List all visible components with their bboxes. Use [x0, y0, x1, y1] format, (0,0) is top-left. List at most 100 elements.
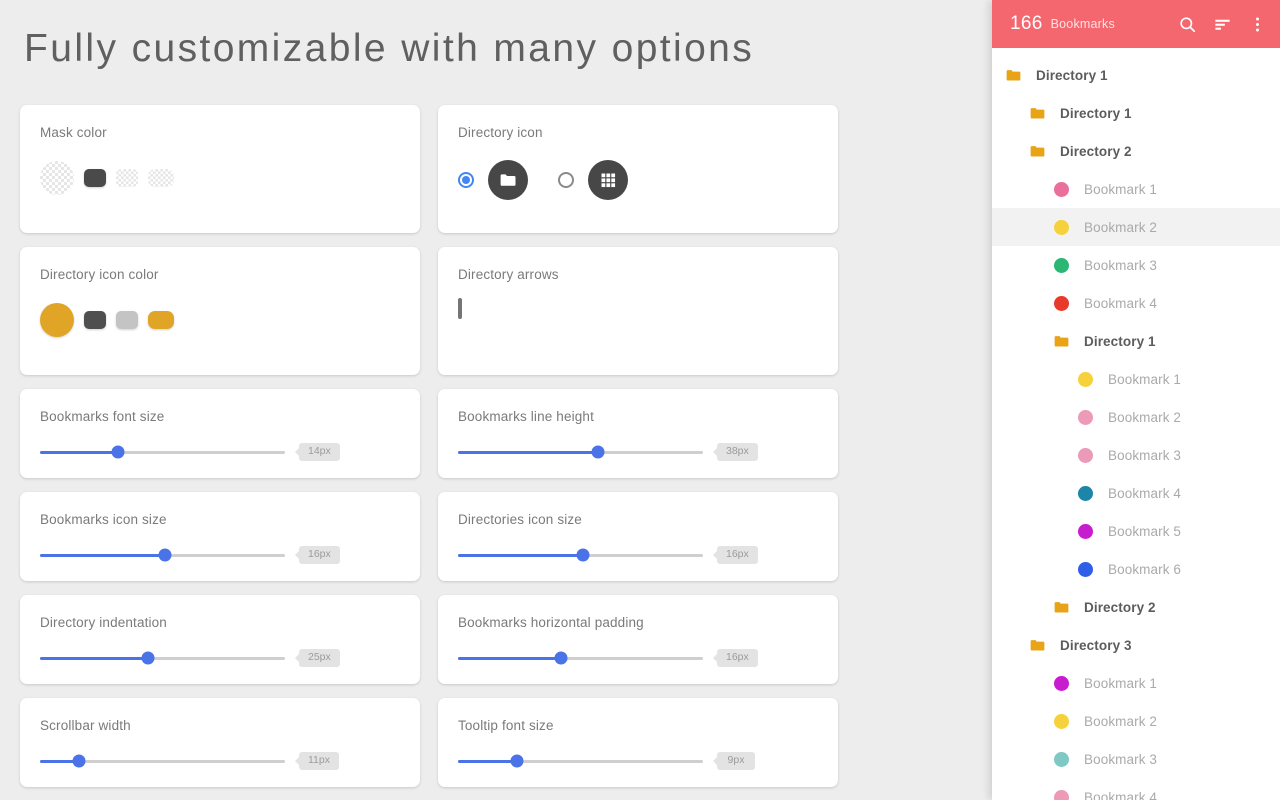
directory-arrows-checkbox[interactable]: [458, 298, 462, 319]
bookmarks-horizontal-padding-slider-thumb[interactable]: [554, 652, 567, 665]
tree-row-bookmark-bookmark-2[interactable]: Bookmark 2: [992, 702, 1280, 740]
tree-row-directory-directory-1[interactable]: Directory 1: [992, 94, 1280, 132]
tree-row-label: Directory 2: [1060, 144, 1132, 159]
sidebar-header-actions: [1178, 15, 1267, 34]
directory-icon-color-gold[interactable]: [148, 311, 174, 329]
bookmark-dot-icon: [1052, 790, 1070, 800]
setting-label-bookmarks-horizontal-padding: Bookmarks horizontal padding: [458, 615, 818, 630]
directories-icon-size-slider[interactable]: [458, 554, 703, 557]
directory-icon-folder-radio[interactable]: [458, 172, 474, 188]
tree-row-directory-directory-2[interactable]: Directory 2: [992, 588, 1280, 626]
slider-fill: [458, 451, 598, 454]
bookmark-dot-icon: [1052, 258, 1070, 273]
bookmarks-icon-size-slider[interactable]: [40, 554, 285, 557]
directory-indentation-slider[interactable]: [40, 657, 285, 660]
slider-row-bookmarks-horizontal-padding: 16px: [458, 648, 818, 668]
tree-row-bookmark-bookmark-6[interactable]: Bookmark 6: [992, 550, 1280, 588]
bookmark-dot-icon: [1076, 410, 1094, 425]
bookmarks-horizontal-padding-value: 16px: [717, 649, 758, 667]
bookmarks-icon-size-value: 16px: [299, 546, 340, 564]
bookmark-dot-icon: [1052, 182, 1070, 197]
tree-row-label: Bookmark 1: [1084, 182, 1157, 197]
bookmark-dot-icon: [1052, 714, 1070, 729]
tree-row-bookmark-bookmark-2[interactable]: Bookmark 2: [992, 208, 1280, 246]
bookmarks-font-size-slider-thumb[interactable]: [112, 446, 125, 459]
scrollbar-width-slider[interactable]: [40, 760, 285, 763]
directory-icon-color-gray[interactable]: [116, 311, 138, 329]
setting-card-directory-icon: Directory icon: [438, 105, 838, 233]
slider-fill: [40, 451, 118, 454]
directories-icon-size-slider-thumb[interactable]: [576, 549, 589, 562]
setting-label-bookmarks-line-height: Bookmarks line height: [458, 409, 818, 424]
tree-row-directory-directory-2[interactable]: Directory 2: [992, 132, 1280, 170]
slider-fill: [458, 760, 517, 763]
tree-row-directory-directory-1[interactable]: Directory 1: [992, 56, 1280, 94]
tree-row-label: Directory 3: [1060, 638, 1132, 653]
bookmarks-horizontal-padding-slider[interactable]: [458, 657, 703, 660]
bookmarks-line-height-slider-thumb[interactable]: [591, 446, 604, 459]
bookmark-dot-icon: [1076, 372, 1094, 387]
folder-icon[interactable]: [488, 160, 528, 200]
tree-row-bookmark-bookmark-4[interactable]: Bookmark 4: [992, 778, 1280, 800]
slider-fill: [40, 657, 148, 660]
tree-row-directory-directory-3[interactable]: Directory 3: [992, 626, 1280, 664]
tree-row-directory-directory-1[interactable]: Directory 1: [992, 322, 1280, 360]
bookmarks-font-size-slider[interactable]: [40, 451, 285, 454]
setting-card-bookmarks-horizontal-padding: Bookmarks horizontal padding 16px: [438, 595, 838, 684]
directory-icon-grid-radio[interactable]: [558, 172, 574, 188]
slider-row-directory-indentation: 25px: [40, 648, 400, 668]
tree-row-bookmark-bookmark-1[interactable]: Bookmark 1: [992, 664, 1280, 702]
setting-label-mask-color: Mask color: [40, 125, 400, 140]
scrollbar-width-slider-thumb[interactable]: [73, 755, 86, 768]
tree-row-bookmark-bookmark-1[interactable]: Bookmark 1: [992, 360, 1280, 398]
sort-icon[interactable]: [1213, 15, 1232, 34]
radio-inner-dot: [462, 176, 470, 184]
tree-row-label: Directory 1: [1036, 68, 1108, 83]
bookmarks-line-height-slider[interactable]: [458, 451, 703, 454]
tree-row-bookmark-bookmark-4[interactable]: Bookmark 4: [992, 474, 1280, 512]
mask-color-alt[interactable]: [148, 169, 174, 187]
tree-row-bookmark-bookmark-3[interactable]: Bookmark 3: [992, 246, 1280, 284]
tree-row-label: Bookmark 3: [1108, 448, 1181, 463]
setting-label-directory-indentation: Directory indentation: [40, 615, 400, 630]
setting-card-mask-color: Mask color: [20, 105, 420, 233]
mask-color-main[interactable]: [40, 161, 74, 195]
grid-icon[interactable]: [588, 160, 628, 200]
tree-row-bookmark-bookmark-5[interactable]: Bookmark 5: [992, 512, 1280, 550]
tree-row-bookmark-bookmark-1[interactable]: Bookmark 1: [992, 170, 1280, 208]
slider-fill: [40, 554, 165, 557]
mask-color-dark[interactable]: [84, 169, 106, 187]
swatch-row-mask-color: [40, 158, 400, 198]
setting-card-directory-indentation: Directory indentation 25px: [20, 595, 420, 684]
directory-indentation-slider-thumb[interactable]: [141, 652, 154, 665]
tree-row-bookmark-bookmark-3[interactable]: Bookmark 3: [992, 436, 1280, 474]
tooltip-font-size-slider-thumb[interactable]: [510, 755, 523, 768]
bookmark-dot-icon: [1076, 486, 1094, 501]
setting-label-bookmarks-icon-size: Bookmarks icon size: [40, 512, 400, 527]
tree-row-label: Bookmark 5: [1108, 524, 1181, 539]
folder-icon: [1052, 601, 1070, 614]
tree-row-bookmark-bookmark-2[interactable]: Bookmark 2: [992, 398, 1280, 436]
tooltip-font-size-slider[interactable]: [458, 760, 703, 763]
search-icon[interactable]: [1178, 15, 1197, 34]
scrollbar-width-value: 11px: [299, 752, 339, 770]
setting-card-bookmarks-icon-size: Bookmarks icon size 16px: [20, 492, 420, 581]
tree-row-bookmark-bookmark-3[interactable]: Bookmark 3: [992, 740, 1280, 778]
mask-color-light[interactable]: [116, 169, 138, 187]
directory-indentation-value: 25px: [299, 649, 340, 667]
setting-card-directory-icon-color: Directory icon color: [20, 247, 420, 375]
slider-row-directories-icon-size: 16px: [458, 545, 818, 565]
tree-row-bookmark-bookmark-4[interactable]: Bookmark 4: [992, 284, 1280, 322]
directory-icon-color-dark[interactable]: [84, 311, 106, 329]
tree-row-label: Bookmark 6: [1108, 562, 1181, 577]
setting-label-bookmarks-font-size: Bookmarks font size: [40, 409, 400, 424]
tree-row-label: Bookmark 1: [1084, 676, 1157, 691]
bookmark-dot-icon: [1076, 562, 1094, 577]
slider-row-tooltip-font-size: 9px: [458, 751, 818, 771]
more-vertical-icon[interactable]: [1248, 15, 1267, 34]
folder-icon: [1028, 107, 1046, 120]
bookmark-dot-icon: [1052, 220, 1070, 235]
directory-icon-color-main[interactable]: [40, 303, 74, 337]
folder-icon: [1004, 69, 1022, 82]
bookmarks-icon-size-slider-thumb[interactable]: [158, 549, 171, 562]
